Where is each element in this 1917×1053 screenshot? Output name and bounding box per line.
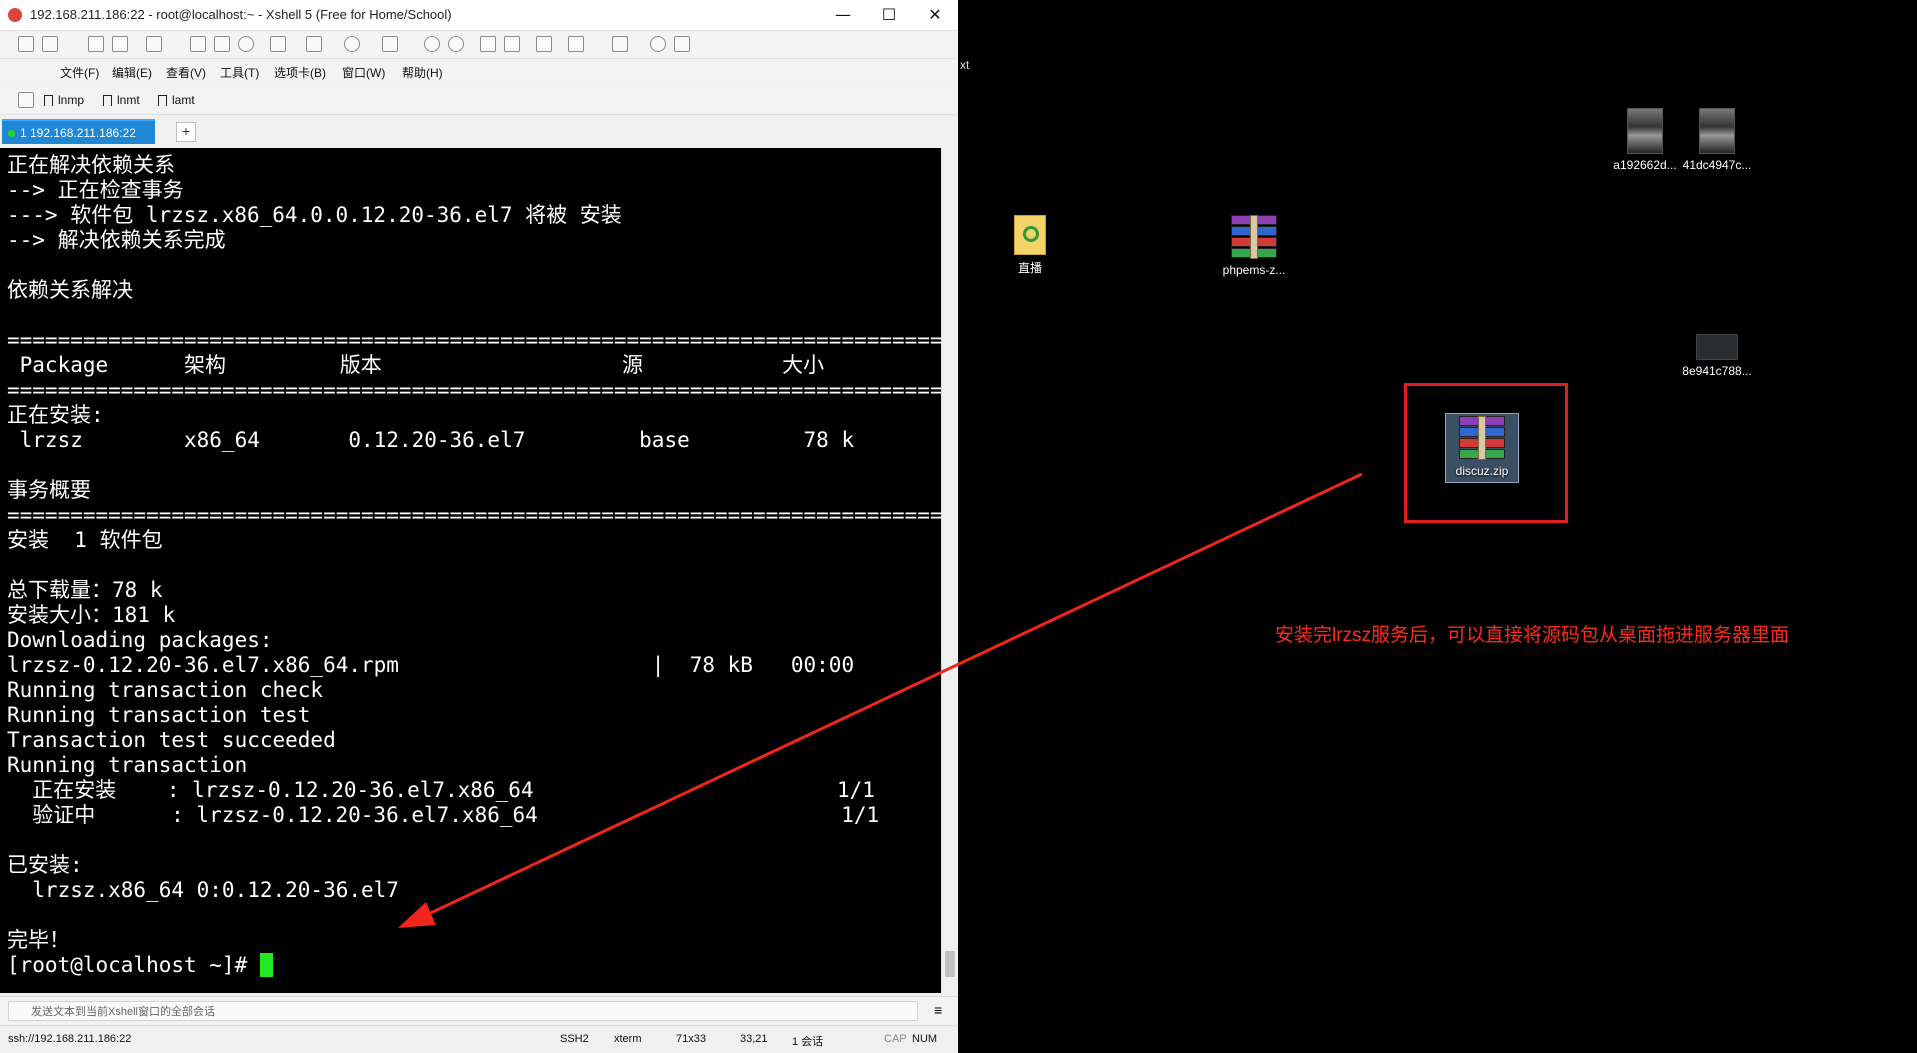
- annotation-text: 安装完lrzsz服务后，可以直接将源码包从桌面拖进服务器里面: [1275, 625, 1790, 646]
- drag-arrow: [398, 472, 1363, 928]
